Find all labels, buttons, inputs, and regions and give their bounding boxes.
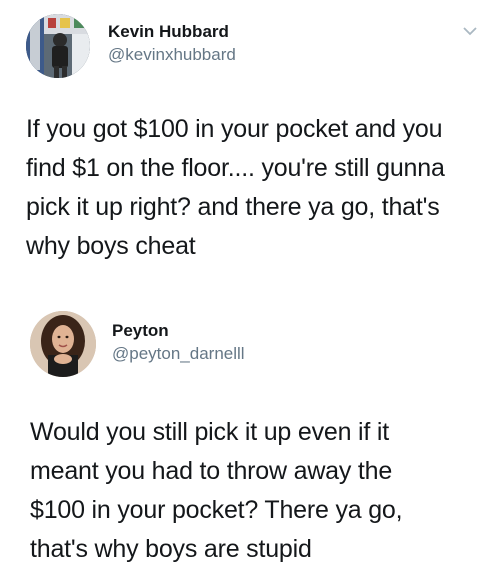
- tweet-text-line: Would you still pick it up even if it: [30, 418, 389, 446]
- author-name[interactable]: Kevin Hubbard: [108, 22, 229, 42]
- tweet-text: Would you still pick it up even if it me…: [30, 413, 485, 569]
- tweet-kevin-hubbard: Kevin Hubbard @kevinxhubbard If you got …: [0, 0, 500, 300]
- author-name[interactable]: Peyton: [112, 321, 169, 341]
- tweet-text-line: pick it up right? and there ya go, that'…: [26, 193, 440, 221]
- tweet-text-line: meant you had to throw away the: [30, 457, 393, 485]
- chevron-down-icon[interactable]: [462, 26, 478, 36]
- tweet-text: If you got $100 in your pocket and you f…: [26, 110, 486, 266]
- tweet-text-line: $100 in your pocket? There ya go,: [30, 496, 403, 524]
- author-handle[interactable]: @peyton_darnelll: [112, 344, 245, 364]
- avatar[interactable]: [30, 311, 96, 377]
- tweet-text-line: If you got $100 in your pocket and you: [26, 115, 443, 143]
- tweet-text-line: that's why boys are stupid: [30, 535, 312, 563]
- author-handle[interactable]: @kevinxhubbard: [108, 45, 236, 65]
- tweet-peyton: Peyton @peyton_darnelll Would you still …: [0, 300, 500, 588]
- avatar-photo: [26, 14, 90, 78]
- avatar[interactable]: [26, 14, 90, 78]
- avatar-photo: [30, 311, 96, 377]
- tweet-text-line: find $1 on the floor.... you're still gu…: [26, 154, 445, 182]
- tweet-text-line: why boys cheat: [26, 232, 196, 260]
